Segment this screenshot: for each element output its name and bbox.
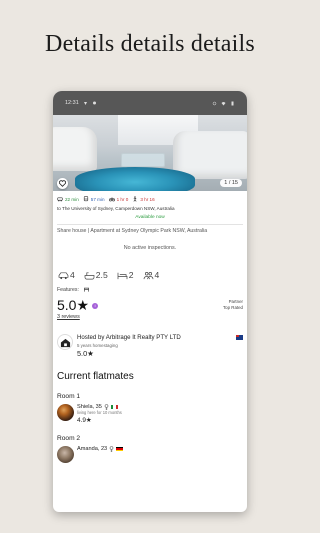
host-card[interactable]: Hosted by Arbitrage It Realty PTY LTD 5 … — [53, 320, 247, 358]
rating-row: 5.0★ i Partner Top Rated — [53, 293, 247, 314]
inspections-status: No active inspections. — [123, 245, 177, 251]
host-name: Hosted by Arbitrage It Realty PTY LTD — [77, 334, 181, 341]
availability-status: Available now — [135, 215, 165, 220]
bedrooms-fact: 2 — [117, 270, 134, 280]
photo-sofa-left — [53, 127, 97, 171]
car-icon — [57, 197, 63, 202]
listing-photo[interactable]: 1 / 15 — [53, 115, 247, 191]
walk-icon — [133, 196, 137, 202]
phone-screen: 12:31 1 / 15 22 min 57 min 1 hr 0 3 hr 1… — [53, 91, 247, 512]
photo-rug — [75, 167, 195, 191]
flatmate-score: 4.9★ — [77, 417, 92, 424]
bike-icon — [108, 197, 115, 202]
commute-walk: 3 hr 16 — [132, 196, 155, 202]
italy-flag-icon — [110, 404, 118, 410]
female-icon — [109, 446, 114, 452]
bathtub-icon — [84, 272, 95, 280]
avatar — [57, 446, 74, 463]
commute-bike: 1 hr 0 — [108, 196, 128, 202]
flatmate-name: Amanda, 23 — [77, 446, 108, 452]
bus-icon — [83, 196, 88, 202]
rating: 5.0★ i — [57, 297, 99, 314]
flatmates-title: Current flatmates — [57, 371, 134, 382]
notification-icon — [83, 101, 87, 105]
furnished-icon — [83, 287, 89, 292]
flatmates-fact: 4 — [143, 270, 159, 280]
wifi-icon — [221, 101, 226, 105]
page-headline: Details details details — [45, 31, 255, 57]
features-row: Features: — [53, 280, 247, 293]
badge-top-rated: Top Rated — [222, 304, 243, 310]
australia-flag-icon — [236, 335, 243, 340]
listing-type: Share house | Apartment at Sydney Olympi… — [57, 228, 208, 234]
commute-row: 22 min 57 min 1 hr 0 3 hr 16 — [53, 191, 247, 202]
host-logo — [57, 334, 73, 350]
status-time: 12:31 — [65, 100, 79, 106]
flatmate-card[interactable]: Shiela, 35 living here for 10 months 4.9… — [53, 400, 247, 424]
rating-score: 5.0★ — [57, 297, 90, 313]
host-experience: 5 years homestaging — [77, 343, 118, 348]
avatar — [57, 404, 74, 421]
flatmate-tenure: living here for 10 months — [77, 410, 122, 415]
room-label: Room 2 — [57, 435, 81, 442]
location-icon — [92, 101, 96, 104]
bluetooth-icon — [212, 101, 217, 105]
commute-bus: 57 min — [83, 196, 105, 202]
battery-icon — [231, 101, 234, 105]
flatmate-card[interactable]: Amanda, 23 — [53, 442, 247, 463]
parking-fact: 4 — [58, 270, 75, 280]
commute-car: 22 min — [57, 196, 79, 202]
heart-icon — [59, 180, 66, 187]
favorite-button[interactable] — [57, 178, 68, 189]
bed-icon — [117, 272, 128, 280]
photo-table — [121, 153, 165, 167]
commute-destination: to The University of Sydney, Camperdown … — [57, 206, 175, 211]
room-label: Room 1 — [57, 393, 81, 400]
property-facts: 4 2.5 2 4 — [53, 251, 247, 280]
info-icon[interactable]: i — [92, 302, 99, 309]
people-icon — [143, 271, 153, 280]
host-score: 5.0★ — [77, 349, 94, 358]
photo-counter: 1 / 15 — [220, 179, 242, 187]
host-badges: Partner Top Rated — [223, 297, 243, 310]
house-logo-icon — [60, 338, 70, 347]
status-bar: 12:31 — [53, 91, 247, 115]
car-icon — [58, 272, 69, 280]
bathrooms-fact: 2.5 — [84, 270, 108, 280]
germany-flag-icon — [116, 446, 124, 452]
